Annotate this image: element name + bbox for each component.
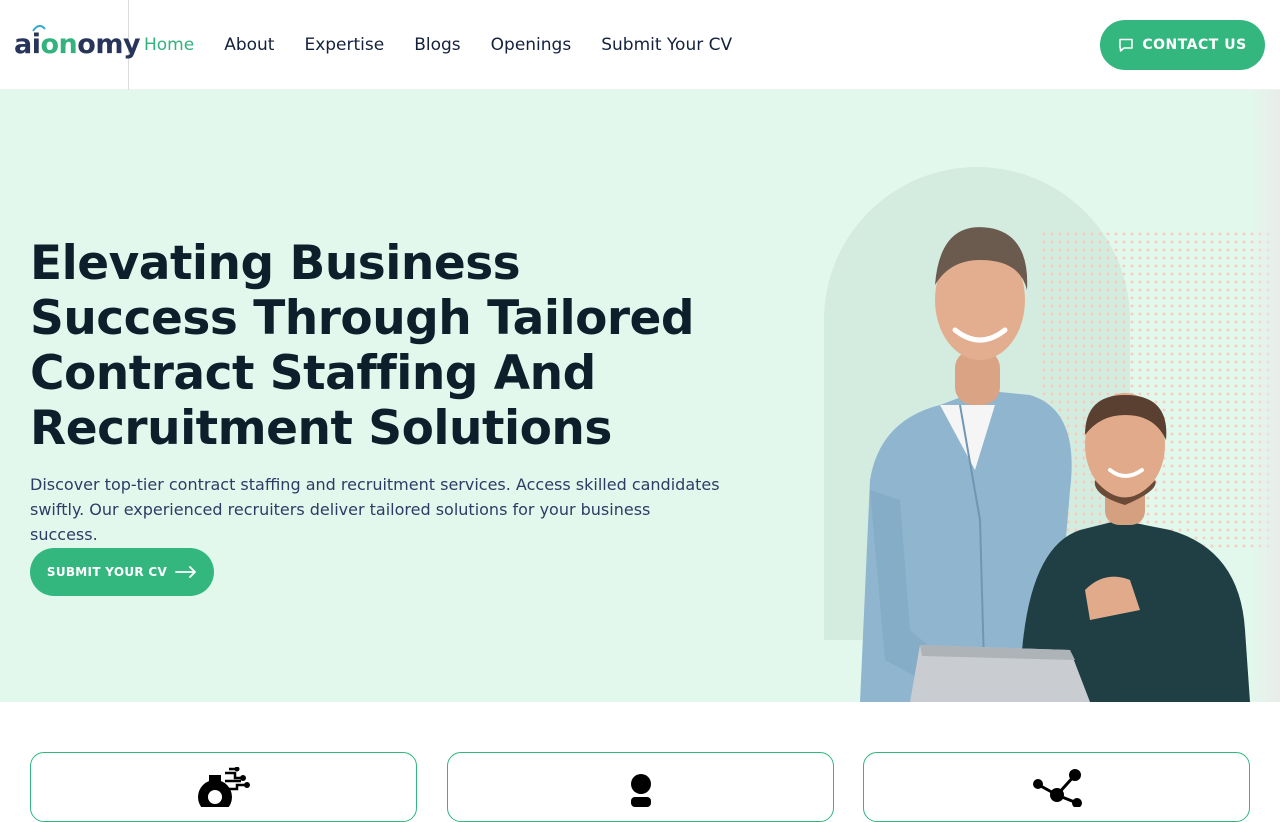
feature-card[interactable] bbox=[447, 752, 834, 822]
feature-card[interactable] bbox=[30, 752, 417, 822]
network-icon bbox=[1032, 769, 1082, 807]
hero-people-image bbox=[860, 227, 1250, 702]
chat-icon bbox=[1119, 38, 1134, 52]
nav-expertise[interactable]: Expertise bbox=[304, 35, 384, 55]
contact-us-button[interactable]: CONTACT US bbox=[1100, 20, 1265, 70]
contact-us-label: CONTACT US bbox=[1142, 37, 1247, 53]
nav-openings[interactable]: Openings bbox=[491, 35, 572, 55]
feature-card[interactable] bbox=[863, 752, 1250, 822]
person-icon bbox=[630, 774, 651, 807]
nav-home[interactable]: Home bbox=[144, 35, 194, 55]
nav-submit-cv[interactable]: Submit Your CV bbox=[601, 35, 732, 55]
nav-blogs[interactable]: Blogs bbox=[414, 35, 460, 55]
main-nav: Home About Expertise Blogs Openings Subm… bbox=[144, 35, 762, 55]
nav-about[interactable]: About bbox=[224, 35, 274, 55]
submit-cv-label: SUBMIT YOUR CV bbox=[46, 565, 168, 579]
logo-container[interactable]: aionomy bbox=[0, 0, 141, 90]
logo-prefix: ai bbox=[14, 29, 41, 60]
submit-cv-button[interactable]: SUBMIT YOUR CV bbox=[30, 548, 214, 596]
hero-title: Elevating Business Success Through Tailo… bbox=[30, 236, 695, 456]
logo-mid: on bbox=[40, 29, 78, 60]
logo-suffix: omy bbox=[77, 29, 141, 60]
arrow-right-icon bbox=[175, 566, 197, 578]
hero-right-fade bbox=[1250, 90, 1280, 702]
gear-circuit-icon bbox=[197, 767, 250, 807]
brand-logo[interactable]: aionomy bbox=[14, 25, 141, 60]
hero-description: Discover top-tier contract staffing and … bbox=[30, 475, 720, 544]
hero-section: Elevating Business Success Through Tailo… bbox=[0, 90, 1280, 702]
site-header: aionomy Home About Expertise Blogs Openi… bbox=[0, 0, 1280, 90]
logo-swoosh-icon bbox=[32, 25, 46, 32]
